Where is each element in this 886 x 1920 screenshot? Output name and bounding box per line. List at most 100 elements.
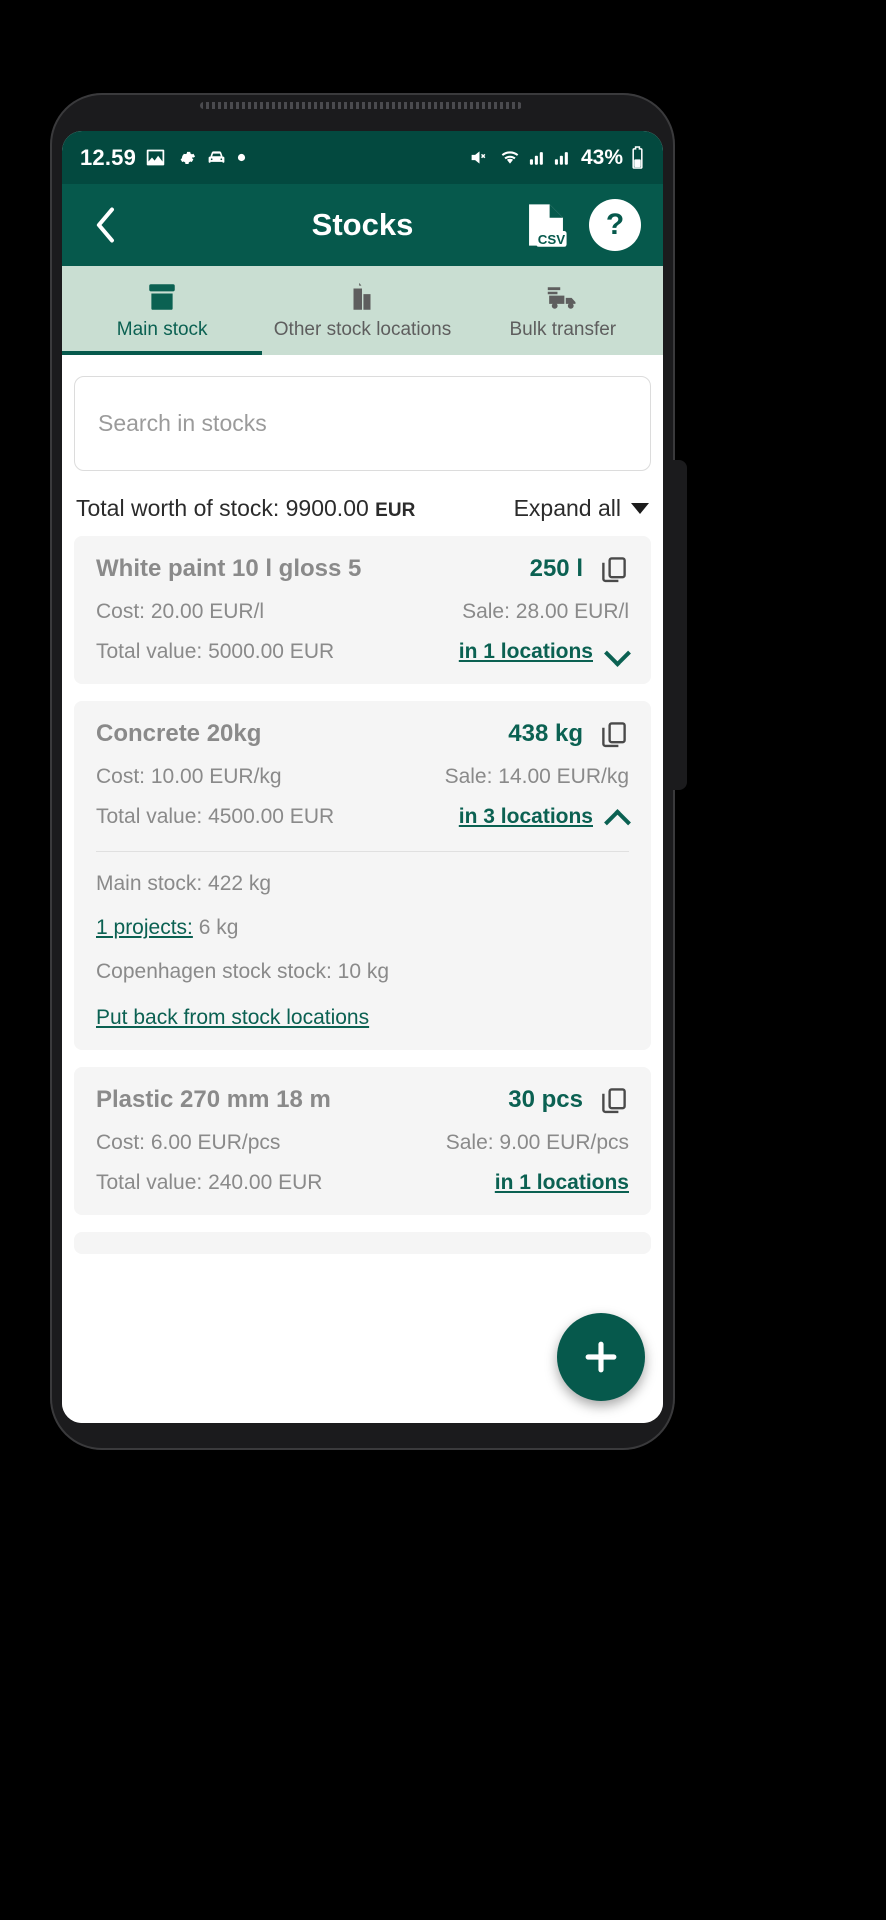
phone-screen: 12.59 43% Stocks CSV ? Main stock Other … (62, 131, 663, 1423)
wifi-icon (501, 151, 519, 164)
status-bar-clock: 12.59 (80, 144, 137, 170)
help-button[interactable]: ? (589, 199, 641, 251)
export-csv-button[interactable]: CSV (525, 202, 567, 248)
back-button[interactable] (84, 203, 128, 247)
stock-sale: Sale: 9.00 EUR/pcs (445, 1131, 629, 1154)
stock-card-total: Total value: 240.00 EUR in 1 locations (96, 1171, 629, 1195)
total-worth-label: Total worth of stock: 9900.00 EUR (76, 495, 415, 522)
tab-bar: Main stock Other stock locations Bulk tr… (62, 266, 663, 355)
total-worth-value: Total worth of stock: 9900.00 (76, 495, 369, 521)
stock-quantity-group: 30 pcs (508, 1085, 629, 1115)
app-bar-actions: CSV ? (525, 199, 641, 251)
signal-icon (529, 152, 543, 165)
stock-card[interactable]: Concrete 20kg 438 kg Cost: 10.00 EUR/kg … (74, 701, 651, 1050)
stock-card[interactable]: White paint 10 l gloss 5 250 l Cost: 20.… (74, 536, 651, 684)
stock-quantity: 30 pcs (508, 1086, 583, 1113)
stock-locations-link[interactable]: in 3 locations (459, 805, 593, 829)
stock-locations-group[interactable]: in 3 locations (459, 805, 629, 829)
copy-icon[interactable] (599, 554, 629, 584)
projects-value: 6 kg (192, 916, 239, 939)
stock-card-partial[interactable] (74, 1232, 651, 1254)
stock-card-total: Total value: 5000.00 EUR in 1 locations (96, 640, 629, 664)
stock-locations-group[interactable]: in 1 locations (495, 1171, 629, 1195)
battery-icon (632, 146, 643, 169)
dot-icon (237, 153, 246, 162)
stock-item-title: White paint 10 l gloss 5 (96, 555, 362, 582)
tab-bulk-transfer[interactable]: Bulk transfer (463, 266, 663, 355)
csv-file-icon: CSV (529, 204, 567, 247)
expand-all-label: Expand all (513, 495, 621, 521)
stock-quantity-group: 438 kg (508, 719, 629, 749)
stock-item-title: Concrete 20kg (96, 720, 262, 747)
stock-item-title: Plastic 270 mm 18 m (96, 1086, 331, 1113)
copy-icon[interactable] (599, 1085, 629, 1115)
chevron-left-icon (96, 207, 114, 243)
plus-icon (585, 1341, 617, 1373)
stock-card[interactable]: Plastic 270 mm 18 m 30 pcs Cost: 6.00 EU… (74, 1067, 651, 1215)
stock-card-header: Plastic 270 mm 18 m 30 pcs (96, 1085, 629, 1115)
stock-cost: Cost: 6.00 EUR/pcs (96, 1131, 281, 1154)
stock-cost: Cost: 10.00 EUR/kg (96, 765, 282, 788)
stock-quantity: 438 kg (508, 720, 583, 747)
expand-all-button[interactable]: Expand all (514, 495, 649, 522)
archive-box-icon (145, 280, 179, 314)
help-label: ? (605, 208, 625, 241)
mute-vibrate-icon (471, 151, 486, 164)
stock-sale: Sale: 28.00 EUR/l (462, 600, 629, 623)
stock-card-prices: Cost: 6.00 EUR/pcs Sale: 9.00 EUR/pcs (96, 1131, 629, 1155)
tab-bulk-transfer-label: Bulk transfer (509, 319, 617, 340)
add-stock-button[interactable] (557, 1313, 645, 1401)
stock-locations-group[interactable]: in 1 locations (459, 640, 629, 664)
stock-list: White paint 10 l gloss 5 250 l Cost: 20.… (62, 536, 663, 1254)
signal-2-icon (554, 152, 568, 165)
search-input[interactable]: Search in stocks (74, 376, 651, 471)
detail-projects: 1 projects: 6 kg (96, 916, 629, 940)
chevron-down-icon (631, 503, 649, 514)
detail-main-stock: Main stock: 422 kg (96, 872, 272, 895)
stock-quantity: 250 l (529, 555, 583, 582)
truck-icon (545, 280, 581, 314)
stock-cost: Cost: 20.00 EUR/l (96, 600, 265, 623)
put-back-link[interactable]: Put back from stock locations (96, 1006, 369, 1030)
total-worth-currency: EUR (375, 500, 416, 521)
totals-row: Total worth of stock: 9900.00 EUR Expand… (62, 471, 663, 536)
stock-card-prices: Cost: 20.00 EUR/l Sale: 28.00 EUR/l (96, 600, 629, 624)
battery-percent: 43% (580, 145, 623, 169)
stock-card-header: White paint 10 l gloss 5 250 l (96, 554, 629, 584)
status-bar-left: 12.59 (80, 145, 468, 171)
stock-locations-link[interactable]: in 1 locations (495, 1171, 629, 1195)
search-placeholder: Search in stocks (98, 410, 267, 436)
tab-other-stock-locations-label: Other stock locations (273, 319, 452, 340)
tab-other-stock-locations[interactable]: Other stock locations (262, 266, 462, 355)
stock-sale: Sale: 14.00 EUR/kg (444, 765, 629, 788)
gear-icon (180, 151, 196, 164)
copy-icon[interactable] (599, 719, 629, 749)
stock-quantity-group: 250 l (530, 554, 629, 584)
projects-link[interactable]: 1 projects: (96, 916, 193, 939)
chevron-up-icon[interactable] (607, 806, 629, 828)
main-content: Search in stocks Total worth of stock: 9… (62, 355, 663, 1423)
screenshot-root: 12.59 43% Stocks CSV ? Main stock Other … (0, 0, 886, 1920)
chevron-down-icon[interactable] (607, 641, 629, 663)
detail-other-location: Copenhagen stock stock: 10 kg (96, 960, 390, 983)
phone-speaker-grill (200, 102, 522, 109)
tab-main-stock[interactable]: Main stock (62, 266, 263, 355)
stock-card-total: Total value: 4500.00 EUR in 3 locations (96, 805, 629, 829)
tab-main-stock-label: Main stock (116, 319, 208, 340)
stock-total-value: Total value: 240.00 EUR (96, 1171, 323, 1194)
phone-side-button (673, 460, 687, 790)
stock-total-value: Total value: 4500.00 EUR (96, 805, 335, 828)
stock-locations-link[interactable]: in 1 locations (459, 640, 593, 664)
app-bar: Stocks CSV ? (62, 184, 663, 266)
divider (96, 851, 629, 852)
stock-card-header: Concrete 20kg 438 kg (96, 719, 629, 749)
status-bar-right: 43% (468, 146, 645, 170)
buildings-icon (345, 280, 379, 314)
stock-card-prices: Cost: 10.00 EUR/kg Sale: 14.00 EUR/kg (96, 765, 629, 789)
status-bar: 12.59 43% (62, 131, 663, 184)
stock-total-value: Total value: 5000.00 EUR (96, 640, 335, 663)
search-section: Search in stocks (62, 355, 663, 471)
car-icon (208, 151, 225, 163)
svg-text:CSV: CSV (538, 232, 565, 247)
image-icon (146, 149, 165, 166)
